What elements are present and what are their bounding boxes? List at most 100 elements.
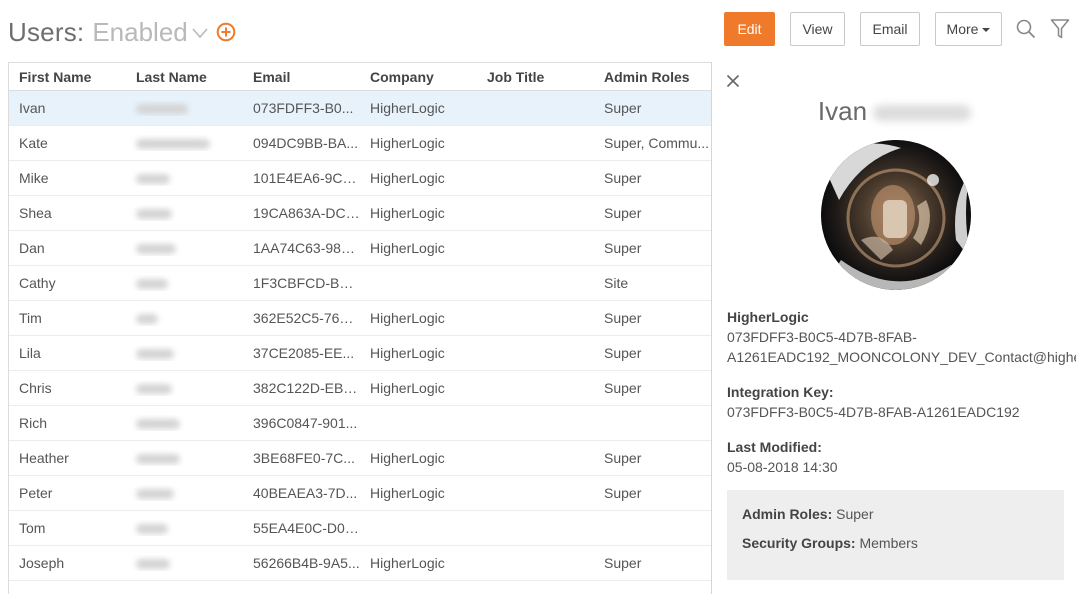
redacted-last-name — [136, 279, 168, 290]
column-header-company[interactable]: Company — [360, 69, 477, 85]
table-row[interactable]: Ivan 073FDFF3-B0... HigherLogic Super — [9, 91, 711, 126]
column-header-first-name[interactable]: First Name — [9, 69, 126, 85]
cell-email: 101E4EA6-9C4... — [253, 170, 360, 186]
add-user-icon[interactable] — [216, 22, 236, 42]
table-row[interactable]: Tom 55EA4E0C-D01... — [9, 511, 711, 546]
last-modified-value: 05-08-2018 14:30 — [727, 459, 838, 475]
table-row[interactable]: Chris 382C122D-EB3... HigherLogic Super — [9, 371, 711, 406]
cell-last-name — [126, 380, 243, 396]
cell-last-name — [126, 485, 243, 501]
cell-email: 382C122D-EB3... — [253, 380, 360, 396]
cell-last-name — [126, 345, 243, 361]
cell-company: HigherLogic — [370, 310, 445, 326]
cell-last-name — [126, 310, 243, 326]
cell-admin-roles: Super — [604, 485, 642, 501]
cell-company: HigherLogic — [370, 450, 445, 466]
users-table: First Name Last Name Email Company Job T… — [8, 62, 711, 594]
cell-admin-roles: Super — [604, 380, 642, 396]
redacted-last-name — [136, 104, 188, 115]
cell-email: 3BE68FE0-7C... — [253, 450, 355, 466]
redacted-last-name — [136, 559, 170, 570]
table-row[interactable]: Kate 094DC9BB-BA... HigherLogic Super, Comm… — [9, 126, 711, 161]
cell-first-name: Tom — [19, 520, 46, 536]
cell-company: HigherLogic — [370, 100, 445, 116]
cell-admin-roles: Super — [604, 345, 642, 361]
cell-admin-roles: Super — [604, 450, 642, 466]
table-row[interactable]: Cathy 1F3CBFCD-BE... Site — [9, 266, 711, 301]
detail-user-name: Ivan — [712, 96, 1076, 127]
table-row[interactable]: Mike 101E4EA6-9C4... HigherLogic Super — [9, 161, 711, 196]
table-row[interactable]: Peter 40BEAEA3-7D... HigherLogic Super — [9, 476, 711, 511]
detail-email-line1: 073FDFF3-B0C5-4D7B-8FAB- — [727, 329, 917, 345]
detail-integration-key-block: Integration Key: 073FDFF3-B0C5-4D7B-8FAB… — [727, 382, 1020, 422]
cell-company: HigherLogic — [370, 555, 445, 571]
integration-key-label: Integration Key: — [727, 384, 834, 400]
user-detail-panel: Ivan HigherLogic 073FDFF3-B0C5-4D7B-8FAB… — [711, 62, 1076, 594]
cell-last-name — [126, 100, 243, 116]
cell-first-name: Mike — [19, 170, 49, 186]
cell-company: HigherLogic — [370, 240, 445, 256]
cell-first-name: Ivan — [19, 100, 46, 116]
cell-first-name: Peter — [19, 485, 53, 501]
redacted-last-name — [136, 349, 174, 360]
cell-last-name — [126, 415, 243, 431]
cell-company: HigherLogic — [370, 170, 445, 186]
column-header-admin-roles[interactable]: Admin Roles — [594, 69, 711, 85]
cell-admin-roles: Super — [604, 170, 642, 186]
cell-first-name: Tim — [19, 310, 42, 326]
table-row[interactable]: Heather 3BE68FE0-7C... HigherLogic Super — [9, 441, 711, 476]
cell-company: HigherLogic — [370, 345, 445, 361]
cell-company: HigherLogic — [370, 380, 445, 396]
view-button[interactable]: View — [790, 12, 845, 46]
redacted-last-name — [136, 244, 176, 255]
close-icon[interactable] — [726, 74, 740, 93]
cell-first-name: Rich — [19, 415, 48, 431]
table-row[interactable]: Lila 37CE2085-EE... HigherLogic Super — [9, 336, 711, 371]
cell-first-name: Dan — [19, 240, 45, 256]
table-row[interactable]: Shea 19CA863A-DC0... HigherLogic Super — [9, 196, 711, 231]
column-header-email[interactable]: Email — [243, 69, 360, 85]
redacted-last-name — [136, 174, 170, 185]
cell-first-name: Heather — [19, 450, 69, 466]
security-groups-label: Security Groups: — [742, 535, 856, 551]
cell-first-name: Kate — [19, 135, 48, 151]
cell-email: 362E52C5-76C... — [253, 310, 360, 326]
email-button[interactable]: Email — [860, 12, 920, 46]
toolbar: Edit View Email More — [724, 12, 1002, 46]
detail-company: HigherLogic — [727, 309, 809, 325]
table-row[interactable]: Rich 396C0847-901... — [9, 406, 711, 441]
detail-first-name: Ivan — [817, 96, 868, 126]
table-body: Ivan 073FDFF3-B0... HigherLogic Super Kate 09… — [9, 91, 711, 581]
redacted-last-name — [136, 419, 180, 430]
cell-email: 1F3CBFCD-BE... — [253, 275, 360, 291]
roles-summary-box: Admin Roles: Super Security Groups: Memb… — [727, 490, 1064, 580]
cell-last-name — [126, 205, 243, 221]
table-row[interactable]: Joseph 56266B4B-9A5... HigherLogic Super — [9, 546, 711, 581]
cell-first-name: Lila — [19, 345, 41, 361]
cell-email: 094DC9BB-BA... — [253, 135, 359, 151]
chevron-down-icon[interactable] — [192, 27, 208, 39]
edit-button[interactable]: Edit — [724, 12, 775, 46]
search-icon[interactable] — [1016, 19, 1036, 44]
cell-last-name — [126, 450, 243, 466]
more-button[interactable]: More — [935, 12, 1002, 46]
filter-icon[interactable] — [1050, 18, 1070, 45]
cell-last-name — [126, 275, 243, 291]
user-filter-value[interactable]: Enabled — [92, 17, 187, 48]
more-button-label: More — [946, 21, 979, 37]
admin-roles-label: Admin Roles: — [742, 506, 833, 522]
cell-email: 073FDFF3-B0... — [253, 100, 354, 116]
redacted-last-name — [136, 454, 180, 465]
page-title: Users: — [8, 16, 85, 47]
security-groups-value: Members — [859, 535, 918, 551]
column-header-job-title[interactable]: Job Title — [477, 69, 594, 85]
detail-last-modified-block: Last Modified: 05-08-2018 14:30 — [727, 437, 838, 477]
cell-admin-roles: Super — [604, 310, 642, 326]
page-header: Users: Enabled — [8, 14, 236, 50]
admin-roles-line: Admin Roles: Super — [742, 506, 1049, 522]
avatar — [821, 140, 971, 290]
column-header-last-name[interactable]: Last Name — [126, 69, 243, 85]
table-row[interactable]: Tim 362E52C5-76C... HigherLogic Super — [9, 301, 711, 336]
cell-first-name: Shea — [19, 205, 52, 221]
table-row[interactable]: Dan 1AA74C63-985... HigherLogic Super — [9, 231, 711, 266]
